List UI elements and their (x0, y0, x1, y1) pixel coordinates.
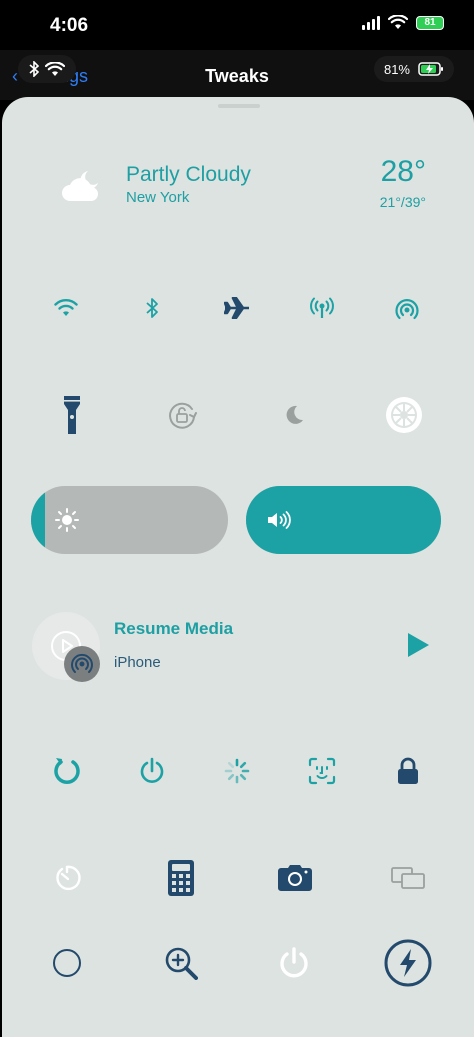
do-not-disturb-toggle[interactable] (272, 393, 316, 437)
weather-temp-range: 21°/39° (379, 194, 426, 210)
bluetooth-toggle[interactable] (130, 286, 174, 330)
screen-mirroring-button[interactable] (386, 856, 430, 900)
weather-city: New York (126, 189, 190, 206)
moon-icon (286, 405, 303, 424)
rotation-lock-icon (169, 402, 197, 429)
camera-icon (278, 865, 312, 891)
timer-button[interactable] (45, 856, 89, 900)
low-power-icon (384, 939, 432, 987)
charging-battery-icon (418, 62, 443, 76)
airdrop-toggle[interactable] (385, 286, 429, 330)
circle-icon (53, 949, 81, 977)
screen-mirroring-icon (391, 867, 425, 889)
battery-percent: 81% (383, 61, 410, 77)
loading-spinner-icon (224, 758, 250, 784)
timer-icon (56, 865, 81, 891)
reboot-button[interactable] (130, 749, 174, 793)
connectivity-pill (18, 55, 76, 83)
status-bar: 4:06 81 (0, 0, 474, 50)
panel-grabber[interactable] (218, 104, 260, 108)
magnifier-icon (165, 947, 198, 980)
calculator-button[interactable] (159, 854, 203, 902)
battery-icon: 81 (416, 15, 444, 30)
cellular-signal-icon (362, 15, 380, 30)
calculator-icon (168, 860, 194, 896)
play-icon (408, 633, 429, 657)
volume-slider[interactable] (246, 486, 441, 554)
lock-button[interactable] (386, 749, 430, 793)
face-id-icon (308, 757, 336, 785)
wifi-status-icon (388, 15, 408, 29)
weather-condition: Partly Cloudy (126, 163, 251, 186)
airplane-icon (224, 297, 249, 319)
airdrop-icon (395, 299, 419, 320)
flashlight-toggle[interactable] (50, 393, 94, 437)
rotation-lock-toggle[interactable] (160, 393, 204, 437)
safe-mode-button[interactable] (215, 749, 259, 793)
wifi-pill-icon (45, 61, 65, 76)
circle-toggle[interactable] (45, 941, 89, 985)
cellular-data-toggle[interactable] (300, 286, 344, 330)
media-device: iPhone (114, 654, 161, 671)
bluetooth-status-icon (29, 61, 39, 77)
status-indicators: 81 (362, 15, 444, 30)
magnifier-button[interactable] (159, 941, 203, 985)
partly-cloudy-icon (62, 171, 98, 201)
settings-gear-icon (386, 397, 422, 433)
airplay-audio-icon (71, 653, 93, 673)
media-play-button[interactable] (398, 625, 438, 665)
cellular-antenna-icon (310, 297, 334, 318)
wifi-toggle[interactable] (44, 286, 88, 330)
tweaks-panel: Partly Cloudy New York 28° 21°/39° Resum… (2, 97, 474, 1037)
camera-button[interactable] (273, 856, 317, 900)
battery-pill: 81% (373, 56, 454, 82)
airplay-button[interactable] (64, 646, 100, 682)
settings-button[interactable] (380, 391, 428, 439)
weather-temperature: 28° (380, 155, 426, 188)
flashlight-icon (64, 396, 80, 434)
low-power-mode-toggle[interactable] (382, 937, 434, 989)
power-off-button[interactable] (272, 941, 316, 985)
brightness-fill (31, 486, 45, 554)
bluetooth-icon (146, 298, 158, 318)
brightness-slider[interactable] (31, 486, 228, 554)
respring-icon (54, 758, 80, 784)
media-title: Resume Media (114, 619, 234, 638)
respring-button[interactable] (45, 749, 89, 793)
status-time: 4:06 (50, 15, 89, 36)
speaker-icon (268, 511, 291, 529)
wifi-icon (54, 299, 78, 316)
airplane-mode-toggle[interactable] (215, 286, 259, 330)
sun-icon (55, 508, 79, 532)
lock-icon (398, 757, 418, 784)
face-id-button[interactable] (300, 749, 344, 793)
power-icon (140, 757, 164, 783)
power-off-icon (280, 947, 308, 978)
